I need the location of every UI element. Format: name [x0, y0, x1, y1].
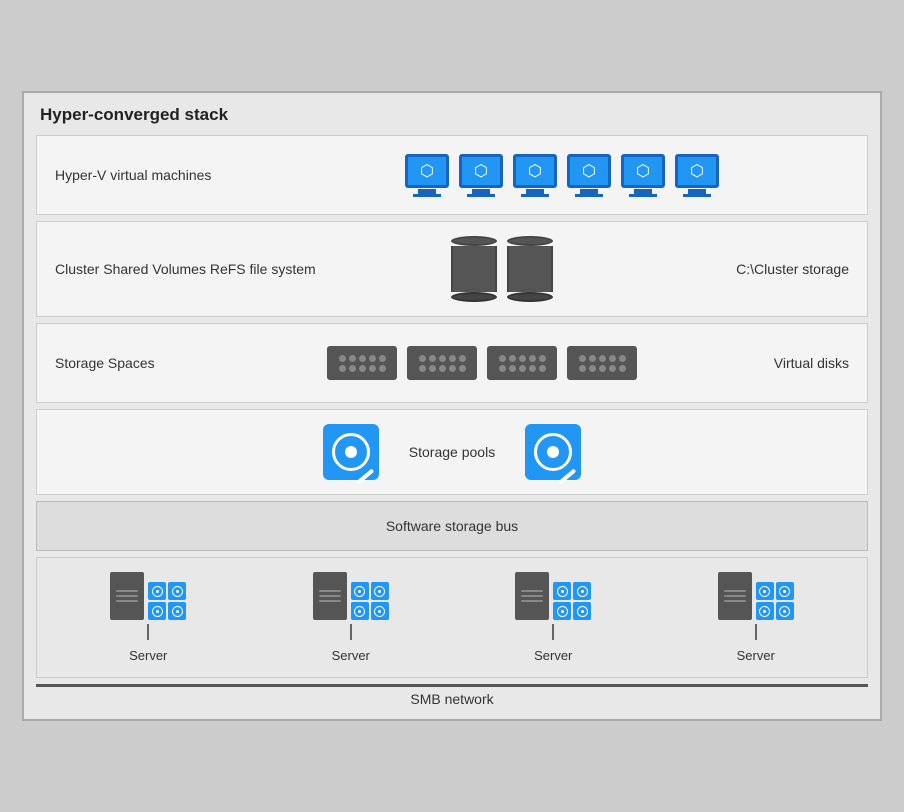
- server-drives-1: [148, 582, 186, 620]
- server-connector-4: [755, 624, 757, 640]
- smb-row: SMB network: [36, 684, 868, 707]
- virtual-disks-label: Virtual disks: [689, 355, 849, 371]
- storage-pools-row: Storage pools: [36, 409, 868, 495]
- server-label-1: Server: [129, 648, 167, 663]
- disk-array-icons: [275, 346, 689, 380]
- cube-glyph: ⬡: [420, 161, 434, 181]
- server-unit-3: Server: [515, 572, 591, 663]
- server-unit-2: Server: [313, 572, 389, 663]
- smb-line: [36, 684, 868, 687]
- vm-icons: ⬡ ⬡ ⬡ ⬡ ⬡: [275, 154, 849, 197]
- bus-label: Software storage bus: [386, 518, 518, 534]
- server-unit-1: Server: [110, 572, 186, 663]
- monitor-icon-5: ⬡: [621, 154, 665, 197]
- smb-label: SMB network: [410, 691, 493, 707]
- monitor-icon-4: ⬡: [567, 154, 611, 197]
- vm-label: Hyper-V virtual machines: [55, 167, 275, 183]
- monitor-icon-3: ⬡: [513, 154, 557, 197]
- server-unit-4: Server: [718, 572, 794, 663]
- disk-array-icon-3: [487, 346, 557, 380]
- disk-array-icon-2: [407, 346, 477, 380]
- csv-row: Cluster Shared Volumes ReFS file system …: [36, 221, 868, 317]
- bus-row: Software storage bus: [36, 501, 868, 551]
- hdd-icon-right: [525, 424, 581, 480]
- monitor-icon-6: ⬡: [675, 154, 719, 197]
- storage-spaces-row: Storage Spaces Virtual disks: [36, 323, 868, 403]
- server-row: Server Server: [36, 557, 868, 678]
- cylinder-icon-1: [451, 236, 497, 302]
- server-drives-2: [351, 582, 389, 620]
- csv-label: Cluster Shared Volumes ReFS file system: [55, 261, 316, 277]
- server-box-3: [515, 572, 549, 620]
- disk-array-icon-4: [567, 346, 637, 380]
- server-box-1: [110, 572, 144, 620]
- csv-label-right: C:\Cluster storage: [689, 261, 849, 277]
- vm-row: Hyper-V virtual machines ⬡ ⬡ ⬡ ⬡: [36, 135, 868, 215]
- server-drives-3: [553, 582, 591, 620]
- diagram-title: Hyper-converged stack: [36, 105, 868, 125]
- storage-pools-icons: Storage pools: [55, 424, 849, 480]
- server-label-4: Server: [737, 648, 775, 663]
- storage-spaces-label: Storage Spaces: [55, 355, 275, 371]
- csv-icons: [316, 236, 689, 302]
- monitor-icon-1: ⬡: [405, 154, 449, 197]
- disk-array-icon-1: [327, 346, 397, 380]
- server-connector-2: [350, 624, 352, 640]
- diagram-container: Hyper-converged stack Hyper-V virtual ma…: [22, 91, 882, 721]
- monitor-icon-2: ⬡: [459, 154, 503, 197]
- hdd-icon-left: [323, 424, 379, 480]
- server-box-2: [313, 572, 347, 620]
- storage-pools-label: Storage pools: [409, 444, 495, 460]
- server-label-3: Server: [534, 648, 572, 663]
- server-drives-4: [756, 582, 794, 620]
- server-connector-3: [552, 624, 554, 640]
- server-label-2: Server: [332, 648, 370, 663]
- server-connector-1: [147, 624, 149, 640]
- cylinder-icon-2: [507, 236, 553, 302]
- server-box-4: [718, 572, 752, 620]
